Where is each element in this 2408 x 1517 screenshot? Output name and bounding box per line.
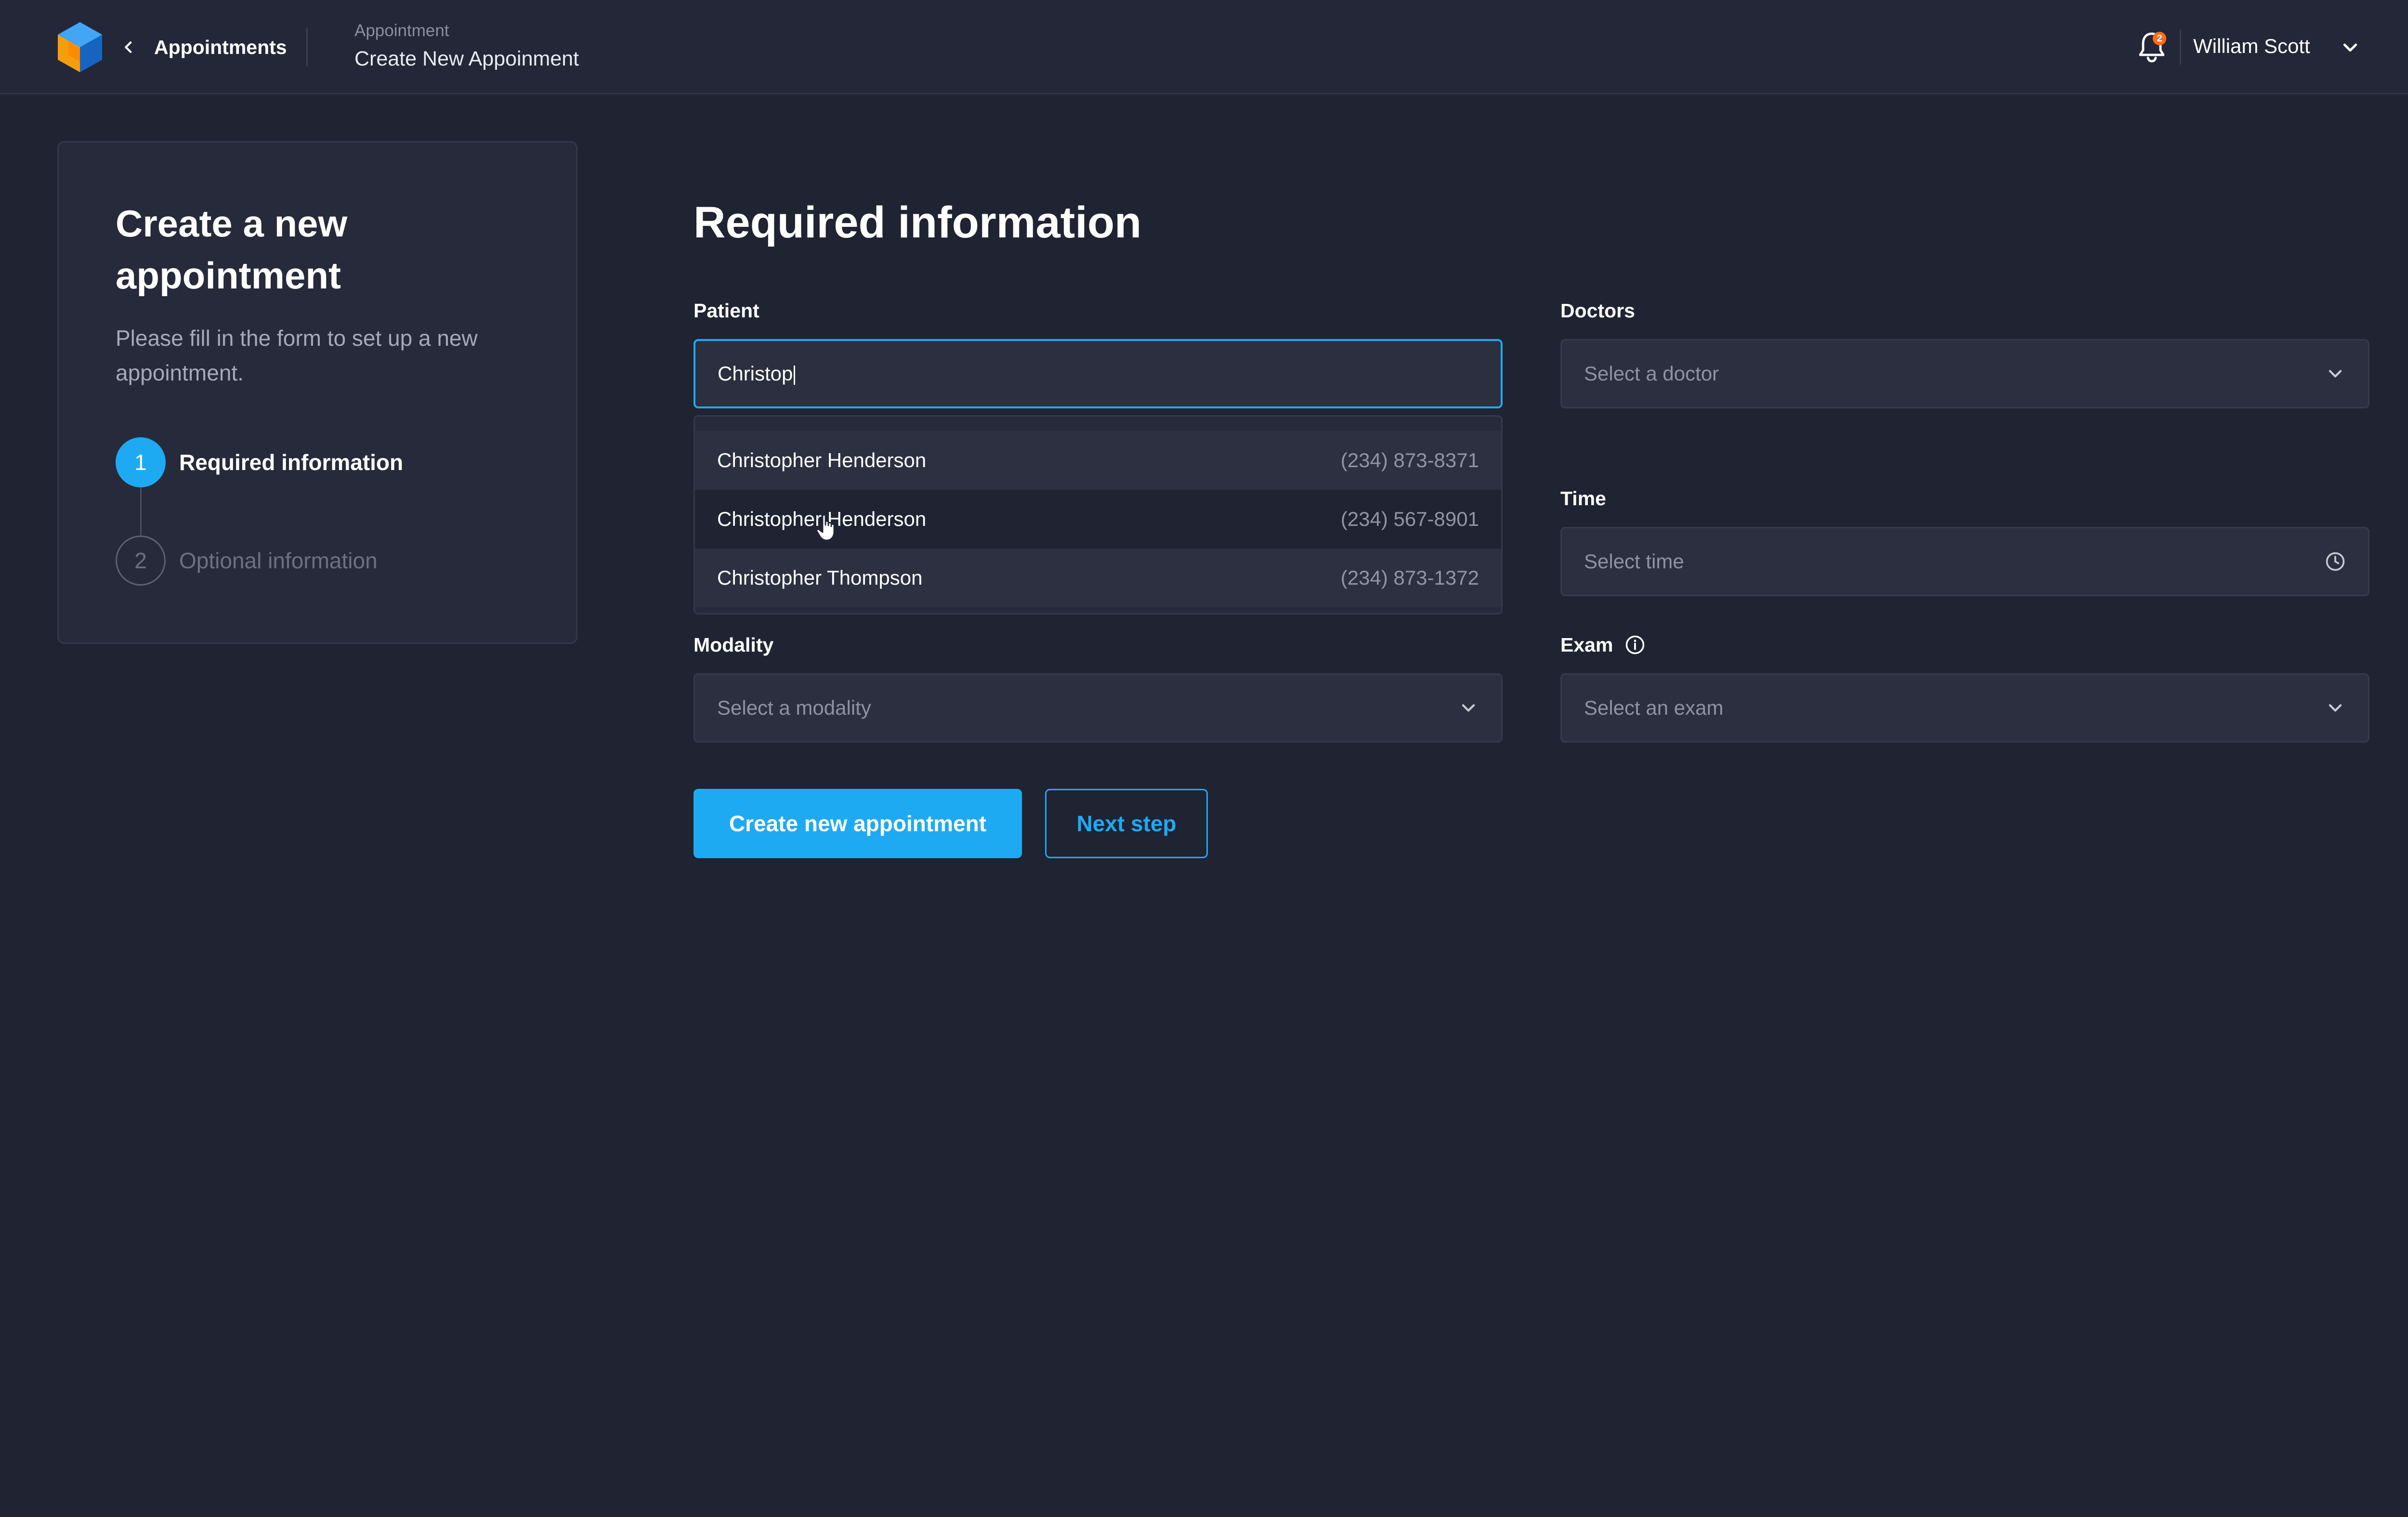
header-divider — [306, 28, 308, 66]
modality-select[interactable]: Select a modality — [694, 673, 1503, 743]
text-caret — [794, 365, 796, 385]
time-picker[interactable]: Select time — [1560, 527, 2369, 596]
suggestion-name: Christopher Henderson — [717, 449, 927, 471]
doctors-label: Doctors — [1560, 300, 1635, 322]
patient-label: Patient — [694, 300, 759, 322]
back-link-label: Appointments — [154, 36, 287, 58]
time-label: Time — [1560, 487, 1606, 510]
user-menu[interactable]: William Scott — [2193, 35, 2310, 58]
header-divider — [2180, 30, 2181, 65]
suggestion-phone: (234) 873-1372 — [1340, 566, 1479, 589]
patient-suggestion[interactable]: Christopher Thompson (234) 873-1372 — [695, 549, 1501, 607]
exam-label: Exam — [1560, 634, 1613, 656]
doctor-select[interactable]: Select a doctor — [1560, 339, 2369, 408]
time-picker-placeholder: Select time — [1584, 550, 1684, 573]
exam-select[interactable]: Select an exam — [1560, 673, 2369, 743]
doctor-select-placeholder: Select a doctor — [1584, 362, 1719, 385]
modality-select-placeholder: Select a modality — [717, 696, 871, 719]
top-header: Appointments Appointment Create New Appo… — [0, 0, 2408, 94]
chevron-left-icon — [125, 41, 132, 53]
patient-typed-text: Christop — [718, 362, 793, 385]
step-label: Optional information — [179, 548, 378, 573]
patient-input[interactable]: Christop — [694, 339, 1503, 408]
step-label: Required information — [179, 450, 404, 475]
step-number: 2 — [116, 536, 166, 586]
chevron-down-icon — [2329, 370, 2342, 378]
info-icon[interactable] — [1625, 635, 1645, 655]
steps-card-title: Create a new appointment — [116, 202, 348, 297]
app-logo[interactable] — [54, 20, 106, 74]
chevron-down-icon — [1462, 704, 1475, 712]
step-required-information[interactable]: 1 Required information — [116, 437, 403, 487]
modality-label: Modality — [694, 634, 774, 656]
create-appointment-button[interactable]: Create new appointment — [694, 789, 1022, 858]
notification-badge: 2 — [2153, 32, 2166, 45]
notifications-button[interactable]: 2 — [2136, 30, 2167, 65]
suggestion-phone: (234) 873-8371 — [1340, 449, 1479, 471]
clock-icon — [2326, 552, 2345, 571]
next-step-button[interactable]: Next step — [1045, 789, 1208, 858]
page-title: Create New Appoinment — [354, 47, 579, 70]
step-number: 1 — [116, 437, 166, 487]
patient-suggestion[interactable]: Christopher Henderson (234) 873-8371 — [695, 431, 1501, 490]
step-connector — [140, 487, 142, 536]
patient-input-value: Christop — [718, 362, 1479, 385]
suggestion-name: Christopher Thompson — [717, 566, 923, 589]
step-optional-information[interactable]: 2 Optional information — [116, 536, 378, 586]
steps-card-description: Please fill in the form to set up a new … — [116, 326, 478, 385]
exam-select-placeholder: Select an exam — [1584, 696, 1724, 719]
hand-cursor-icon — [816, 514, 835, 541]
chevron-down-icon — [2329, 704, 2342, 712]
form-title: Required information — [694, 198, 1142, 247]
breadcrumb-section: Appointment — [354, 21, 449, 40]
back-to-appointments-link[interactable]: Appointments — [120, 30, 287, 65]
suggestion-phone: (234) 567-8901 — [1340, 508, 1479, 530]
chevron-down-icon[interactable] — [2341, 38, 2360, 57]
